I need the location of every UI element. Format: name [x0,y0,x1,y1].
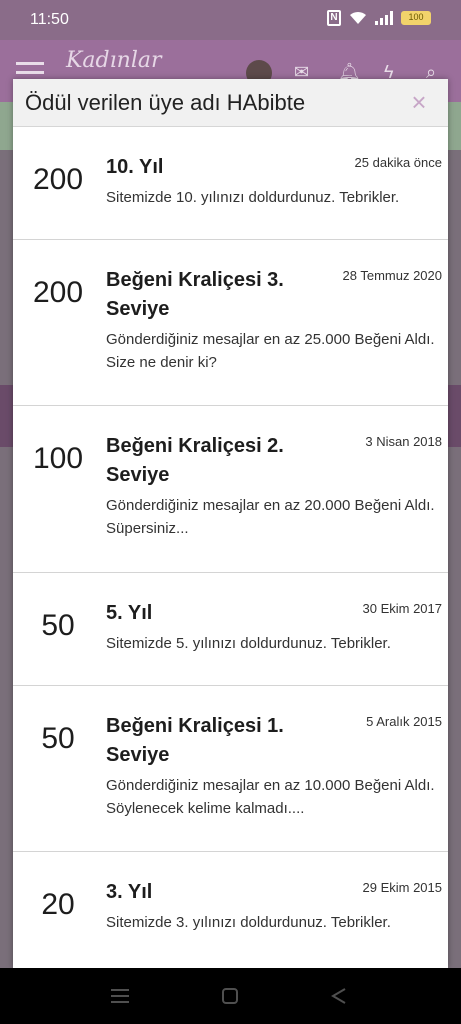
trophy-points: 50 [41,722,75,755]
status-time: 11:50 [30,11,69,28]
trophy-description: Sitemizde 10. yılınızı doldurdunuz. Tebr… [106,189,400,206]
home-icon[interactable] [222,988,238,1004]
wifi-icon [350,11,366,24]
trophy-date: 30 Ekim 2017 [362,601,443,616]
close-icon[interactable]: × [406,87,432,117]
site-logo[interactable]: Kadınlar [66,48,162,73]
list-item: 200 10. Yıl Sitemizde 10. yılınızı doldu… [13,127,448,240]
trophy-points: 50 [41,609,75,642]
trophy-title: Beğeni Kraliçesi 1. Seviye [106,715,284,766]
system-navigation-bar [0,968,461,1024]
trophy-content: 10. Yıl Sitemizde 10. yılınızı doldurdun… [106,153,399,209]
trophy-date: 29 Ekim 2015 [362,880,443,895]
trophy-list: 200 10. Yıl Sitemizde 10. yılınızı doldu… [13,127,448,967]
list-item: 100 Beğeni Kraliçesi 2. Seviye Gönderdiğ… [13,406,448,573]
trophy-date: 25 dakika önce [354,155,442,170]
trophy-title: Beğeni Kraliçesi 2. Seviye [106,435,284,486]
trophy-description: Gönderdiğiniz mesajlar en az 25.000 Beğe… [106,331,435,371]
trophy-points: 100 [32,442,84,475]
trophy-title: Beğeni Kraliçesi 3. Seviye [106,269,284,320]
dialog-header: Ödül verilen üye adı HAbibte × [13,79,448,127]
trophy-points: 200 [32,163,84,196]
list-item: 50 5. Yıl Sitemizde 5. yılınızı doldurdu… [13,573,448,686]
trophy-description: Gönderdiğiniz mesajlar en az 10.000 Beğe… [106,777,435,817]
battery-icon: 100 [401,11,431,25]
recent-apps-icon[interactable] [111,988,129,1004]
status-icons: N 100 [327,10,431,26]
list-item: 20 3. Yıl Sitemizde 3. yılınızı doldurdu… [13,852,448,967]
trophies-dialog: Ödül verilen üye adı HAbibte × 200 10. Y… [13,79,448,968]
trophy-date: 28 Temmuz 2020 [342,268,443,283]
nfc-icon: N [327,10,341,26]
back-icon[interactable] [331,988,347,1004]
status-bar: 11:50 N 100 [0,0,461,40]
trophy-title: 10. Yıl [106,156,164,178]
list-item: 200 Beğeni Kraliçesi 3. Seviye Gönderdiğ… [13,240,448,406]
trophy-date: 5 Aralık 2015 [366,714,442,729]
signal-icon [375,11,393,25]
trophy-description: Sitemizde 5. yılınızı doldurdunuz. Tebri… [106,635,391,652]
trophy-description: Sitemizde 3. yılınızı doldurdunuz. Tebri… [106,914,391,931]
trophy-points: 20 [41,888,75,921]
trophy-points: 200 [32,276,84,309]
trophy-description: Gönderdiğiniz mesajlar en az 20.000 Beğe… [106,497,435,537]
list-item: 50 Beğeni Kraliçesi 1. Seviye Gönderdiği… [13,686,448,852]
dialog-title: Ödül verilen üye adı HAbibte [25,90,306,115]
trophy-date: 3 Nisan 2018 [365,434,442,449]
